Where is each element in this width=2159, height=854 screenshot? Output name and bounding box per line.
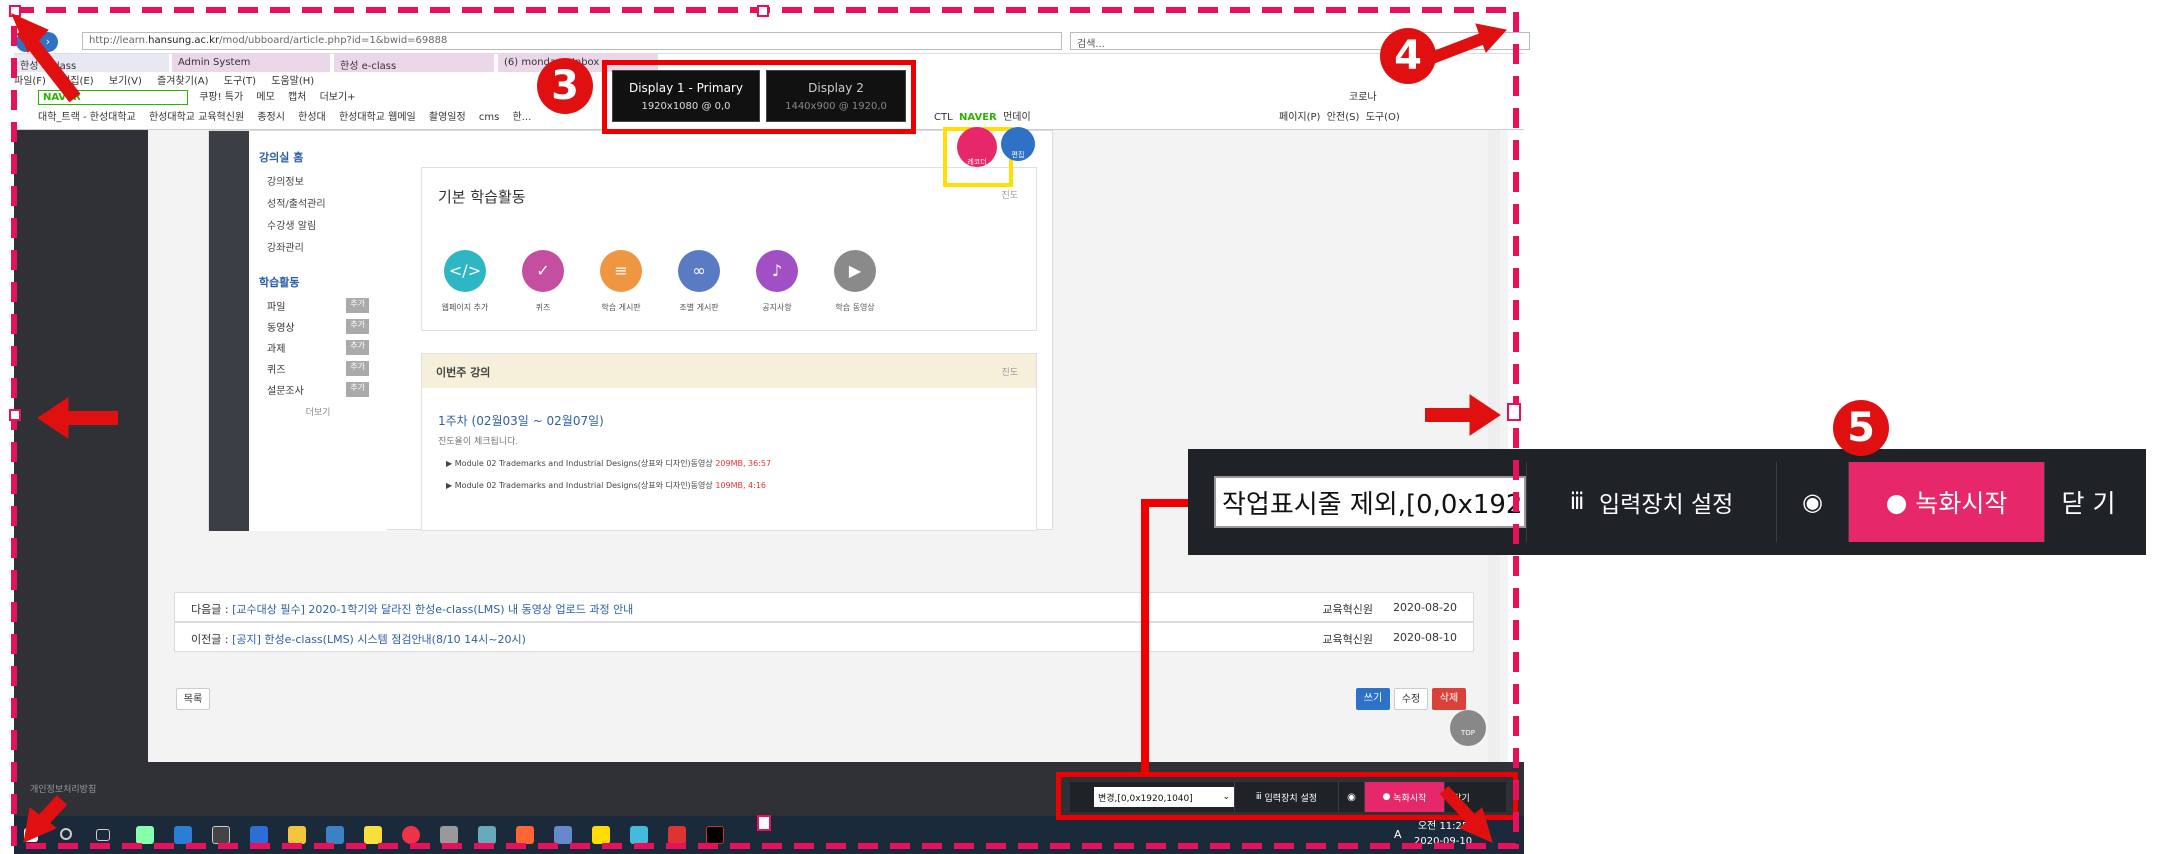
capture-area-frame [11, 7, 1519, 849]
connector-line [1141, 499, 1188, 772]
annotation-overlay [9, 5, 1521, 849]
resize-handle [9, 5, 21, 17]
arrow-head [37, 397, 69, 439]
resize-handle [1507, 403, 1521, 421]
arrow-top-right [1429, 32, 1487, 64]
arrow-head [1475, 23, 1507, 53]
resize-handle [9, 409, 21, 421]
arrow-head [1469, 394, 1501, 436]
resize-handle [757, 5, 769, 17]
resize-handle [757, 815, 771, 831]
